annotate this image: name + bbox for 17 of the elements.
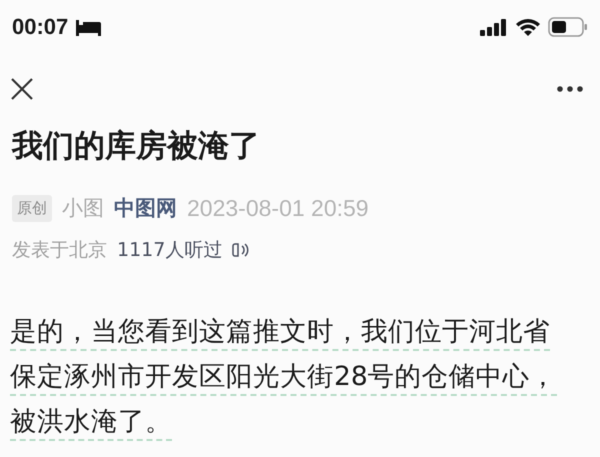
bed-icon [74, 18, 102, 36]
battery-icon [548, 17, 588, 37]
listen-count[interactable]: 1117人听过 [117, 237, 222, 263]
wifi-icon [516, 18, 540, 36]
original-tag: 原创 [12, 194, 52, 222]
more-icon[interactable] [556, 85, 584, 93]
article-title: 我们的库房被淹了 [12, 127, 261, 166]
close-icon[interactable] [10, 77, 34, 101]
account-link[interactable]: 中图网 [114, 194, 177, 222]
body-text-line: 是的，当您看到这篇推文时，我们位于河北省 [10, 314, 550, 351]
body-text-line: 被洪水淹了。 [10, 404, 172, 441]
signal-icon [480, 18, 508, 36]
publish-location: 发表于北京 [12, 238, 107, 263]
body-text-line: 保定涿州市开发区阳光大街28号的仓储中心， [10, 359, 557, 396]
status-time: 00:07 [12, 14, 68, 40]
publish-date: 2023-08-01 20:59 [187, 194, 369, 222]
author-name: 小图 [62, 195, 104, 222]
